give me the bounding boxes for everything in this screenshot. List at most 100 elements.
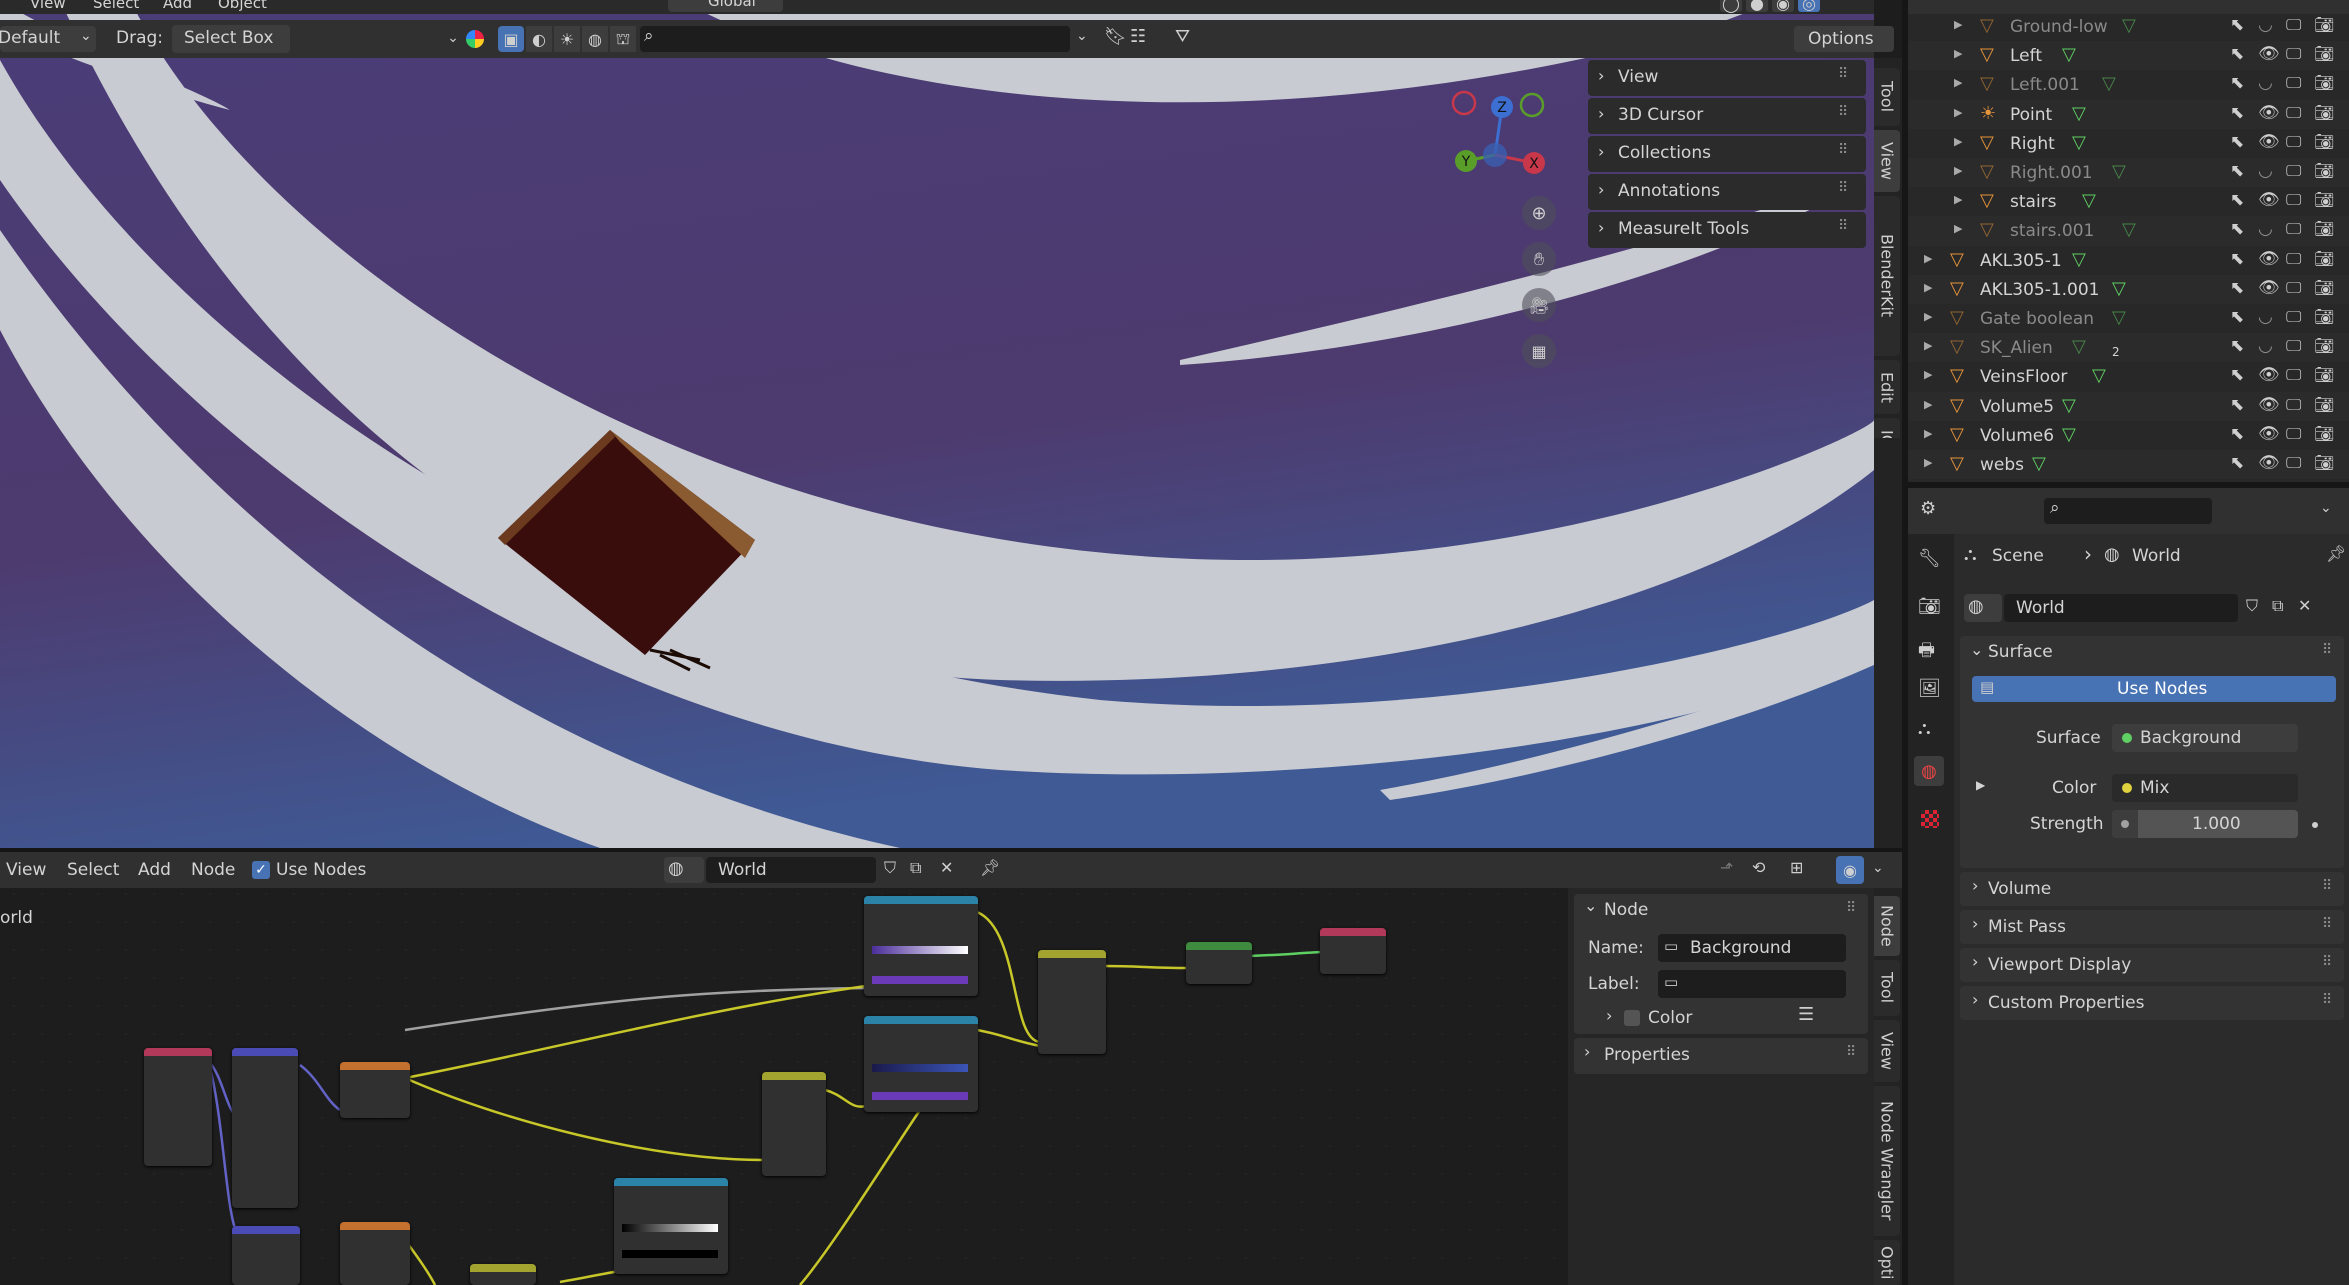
- mesh-data-icon[interactable]: ▽: [2112, 307, 2126, 328]
- select-arrow-icon[interactable]: ⬉: [2230, 219, 2244, 239]
- strength-field[interactable]: 1.000: [2112, 810, 2298, 838]
- output-icon[interactable]: 🖶: [1918, 638, 1935, 668]
- outliner-row[interactable]: ▶ ▽ Ground-low ▽ ⬉ ◡ 🖵 📷︎: [1908, 14, 2349, 41]
- material-icon[interactable]: ◉: [1772, 0, 1794, 13]
- node-multiply[interactable]: [470, 1264, 536, 1285]
- mesh-data-icon[interactable]: ▽: [2062, 44, 2076, 65]
- mesh-data-icon[interactable]: ▽: [2072, 336, 2086, 357]
- camera-icon[interactable]: 📷︎: [2314, 395, 2334, 414]
- select-arrow-icon[interactable]: ⬉: [2230, 307, 2244, 327]
- select-arrow-icon[interactable]: ⬉: [2230, 453, 2244, 473]
- tab-tool[interactable]: Tool: [1874, 960, 1900, 1016]
- world-name-field[interactable]: World: [2004, 594, 2238, 622]
- drag-handle-icon[interactable]: ⠿: [2322, 916, 2332, 932]
- monitor-icon[interactable]: 🖵: [2286, 395, 2301, 415]
- select-arrow-icon[interactable]: ⬉: [2230, 161, 2244, 181]
- camera-icon[interactable]: ⛫: [610, 26, 636, 52]
- light-icon[interactable]: ☀: [554, 26, 580, 52]
- mesh-data-icon[interactable]: ▽: [2112, 161, 2126, 182]
- eye-icon[interactable]: 👁︎: [2258, 103, 2280, 123]
- expand-arrow-icon[interactable]: ▶: [1924, 339, 1932, 352]
- bookmark-icon[interactable]: 🔖︎: [1104, 26, 1127, 47]
- eye-icon[interactable]: ◡: [2258, 73, 2273, 93]
- select-arrow-icon[interactable]: ⬉: [2230, 44, 2244, 64]
- outliner-row[interactable]: ▶ ▽ Volume6 ▽ ⬉ 👁︎ 🖵 📷︎: [1908, 421, 2349, 450]
- properties-panel[interactable]: › Properties ⠿: [1574, 1038, 1868, 1074]
- chevron-down-icon[interactable]: ⌄: [1584, 896, 1597, 915]
- tab-blenderkit[interactable]: BlenderKit: [1874, 196, 1900, 356]
- eye-icon[interactable]: 👁︎: [2258, 453, 2280, 473]
- expand-arrow-icon[interactable]: ▶: [1954, 222, 1962, 235]
- menu-object[interactable]: Object: [218, 0, 267, 12]
- expand-arrow-icon[interactable]: ▶: [1954, 106, 1962, 119]
- mesh-data-icon[interactable]: ▽: [2032, 453, 2046, 474]
- camera-icon[interactable]: 📷︎: [2314, 44, 2334, 63]
- camera-icon[interactable]: 📷︎: [2314, 73, 2334, 92]
- eye-icon[interactable]: ◡: [2258, 15, 2273, 35]
- menu-add[interactable]: Add: [163, 0, 192, 12]
- node-color-ramp-1[interactable]: [864, 896, 978, 996]
- world-icon[interactable]: ◍: [1914, 756, 1944, 786]
- camera-icon[interactable]: 📷︎: [2314, 278, 2334, 297]
- view-layer-icon[interactable]: 🖼︎: [1918, 678, 1941, 699]
- eye-icon[interactable]: 👁︎: [2258, 278, 2280, 298]
- monitor-icon[interactable]: 🖵: [2286, 15, 2301, 35]
- tab-view[interactable]: View: [1874, 130, 1900, 192]
- monitor-icon[interactable]: 🖵: [2286, 249, 2301, 269]
- select-arrow-icon[interactable]: ⬉: [2230, 424, 2244, 444]
- node-name-field[interactable]: ▭ Background: [1658, 934, 1846, 962]
- camera-icon[interactable]: 📷︎: [2314, 249, 2334, 268]
- outliner-row[interactable]: ▶ ▽ VeinsFloor ▽ ⬉ 👁︎ 🖵 📷︎: [1908, 362, 2349, 391]
- viewport-display-panel[interactable]: › Viewport Display ⠿: [1960, 948, 2344, 982]
- drag-handle-icon[interactable]: ⠿: [1838, 66, 1848, 82]
- expand-arrow-icon[interactable]: ▶: [1924, 281, 1932, 294]
- rendered-icon[interactable]: ◎: [1798, 0, 1820, 13]
- mesh-data-icon[interactable]: ▽: [2112, 278, 2126, 299]
- surface-panel-header[interactable]: ⌄ Surface ⠿: [1960, 636, 2344, 670]
- camera-icon[interactable]: 📷︎: [2314, 365, 2334, 384]
- outliner-row[interactable]: ▶ ▽ Gate boolean ▽ ⬉ ◡ 🖵 📷︎: [1908, 304, 2349, 333]
- monitor-icon[interactable]: 🖵: [2286, 132, 2301, 152]
- outliner-row[interactable]: ▶ ▽ stairs.001 ▽ ⬉ ◡ 🖵 📷︎: [1908, 216, 2349, 246]
- surface-shader-dropdown[interactable]: Background: [2112, 724, 2298, 752]
- camera-icon[interactable]: 📷︎: [2314, 15, 2334, 34]
- viewport-search-input[interactable]: ⌕: [640, 26, 1070, 52]
- camera-icon[interactable]: 📷︎: [2314, 132, 2334, 151]
- camera-icon[interactable]: 📷︎: [2314, 453, 2334, 472]
- wireframe-icon[interactable]: ◯: [1720, 0, 1742, 13]
- properties-search-input[interactable]: ⌕: [2044, 498, 2212, 524]
- eye-icon[interactable]: 👁︎: [2258, 365, 2280, 385]
- eye-icon[interactable]: 👁︎: [2258, 249, 2280, 269]
- select-arrow-icon[interactable]: ⬉: [2230, 132, 2244, 152]
- menu-view[interactable]: View: [30, 0, 66, 12]
- select-arrow-icon[interactable]: ⬉: [2230, 249, 2244, 269]
- zoom-icon[interactable]: ⊕: [1522, 196, 1556, 230]
- sidebar-panel-measureit[interactable]: › MeasureIt Tools ⠿: [1588, 212, 1866, 248]
- select-arrow-icon[interactable]: ⬉: [2230, 365, 2244, 385]
- node-color-ramp-2[interactable]: [864, 1016, 978, 1112]
- monitor-icon[interactable]: 🖵: [2286, 307, 2301, 327]
- mesh-data-icon[interactable]: ▽: [2072, 103, 2086, 124]
- view-list-icon[interactable]: ☷: [1130, 26, 1146, 47]
- volume-panel[interactable]: › Volume ⠿: [1960, 872, 2344, 906]
- select-arrow-icon[interactable]: ⬉: [2230, 278, 2244, 298]
- custom-properties-panel[interactable]: › Custom Properties ⠿: [1960, 986, 2344, 1020]
- options-dropdown[interactable]: Options: [1794, 26, 1894, 52]
- color-checkbox[interactable]: [1624, 1010, 1640, 1026]
- overlay-icon[interactable]: ◉: [1836, 856, 1864, 884]
- drag-handle-icon[interactable]: ⠿: [1838, 142, 1848, 158]
- node-mix[interactable]: [1038, 950, 1106, 1054]
- monitor-icon[interactable]: 🖵: [2286, 44, 2301, 64]
- node-background[interactable]: [1186, 942, 1252, 984]
- node-noise-texture[interactable]: [340, 1222, 410, 1285]
- expand-arrow-icon[interactable]: ▶: [1924, 398, 1932, 411]
- drag-handle-icon[interactable]: ⠿: [1838, 104, 1848, 120]
- shield-icon[interactable]: ⛉: [2246, 596, 2258, 616]
- select-arrow-icon[interactable]: ⬉: [2230, 395, 2244, 415]
- monitor-icon[interactable]: 🖵: [2286, 365, 2301, 385]
- mode-dropdown[interactable]: Default ⌄: [0, 26, 96, 52]
- tool-icon[interactable]: 🔧︎: [1918, 548, 1941, 569]
- outliner-row[interactable]: ▶ ▽ Left ▽ ⬉ 👁︎ 🖵 📷︎: [1908, 41, 2349, 71]
- transform-orientation-dropdown[interactable]: Global: [668, 0, 783, 12]
- outliner-row[interactable]: ▶ ▽ SK_Alien ▽ 2 ⬉ ◡ 🖵 📷︎: [1908, 333, 2349, 363]
